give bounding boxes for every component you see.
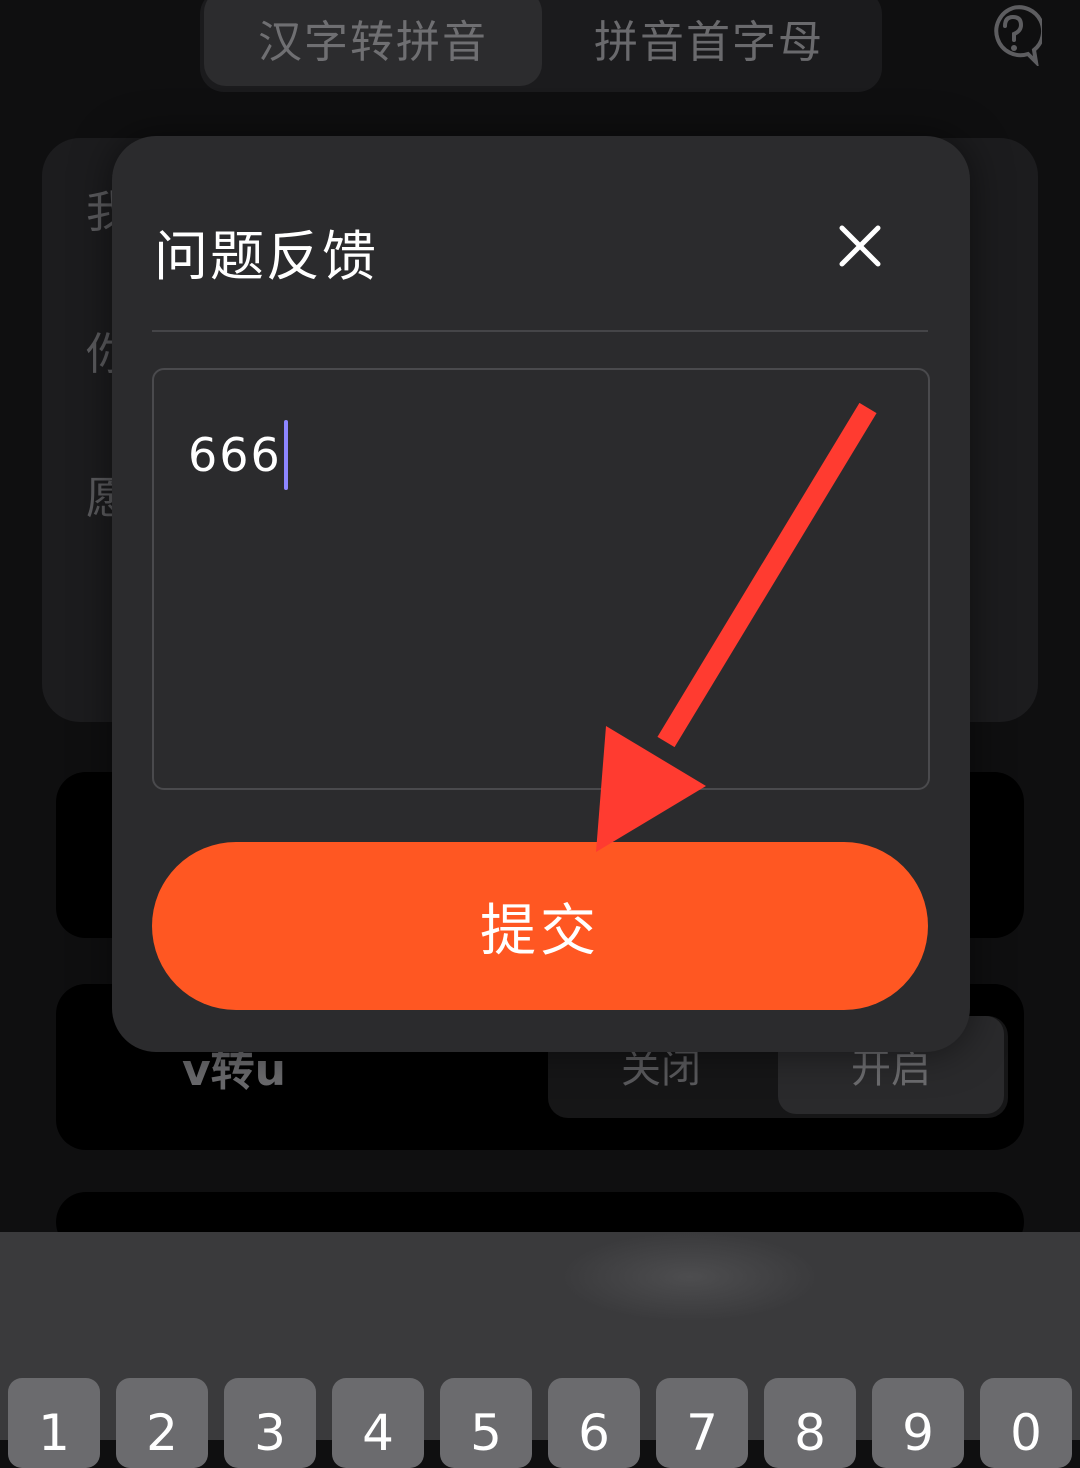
feedback-dialog: 问题反馈 666 提交 (112, 136, 970, 1052)
tab-hanzi-to-pinyin[interactable]: 汉字转拼音 (204, 0, 542, 86)
divider (152, 330, 928, 332)
keyboard: 1 2 3 4 5 6 7 8 9 0 (0, 1232, 1080, 1468)
key-8[interactable]: 8 (764, 1378, 856, 1468)
key-6[interactable]: 6 (548, 1378, 640, 1468)
feedback-value: 666 (188, 428, 282, 482)
feedback-content: 666 (188, 420, 288, 490)
close-button[interactable] (832, 218, 888, 274)
feedback-textarea[interactable]: 666 (152, 368, 930, 790)
question-circle-icon[interactable] (984, 4, 1042, 66)
tab-pinyin-initials[interactable]: 拼音首字母 (540, 0, 878, 86)
mode-tabs: 汉字转拼音 拼音首字母 (200, 0, 882, 92)
key-2[interactable]: 2 (116, 1378, 208, 1468)
text-caret (283, 420, 288, 490)
key-4[interactable]: 4 (332, 1378, 424, 1468)
key-5[interactable]: 5 (440, 1378, 532, 1468)
dialog-title: 问题反馈 (154, 225, 378, 288)
key-1[interactable]: 1 (8, 1378, 100, 1468)
close-icon (839, 225, 881, 267)
keyboard-highlight (560, 1232, 820, 1322)
key-0[interactable]: 0 (980, 1378, 1072, 1468)
key-9[interactable]: 9 (872, 1378, 964, 1468)
submit-button[interactable]: 提交 (152, 842, 928, 1010)
key-3[interactable]: 3 (224, 1378, 316, 1468)
key-7[interactable]: 7 (656, 1378, 748, 1468)
